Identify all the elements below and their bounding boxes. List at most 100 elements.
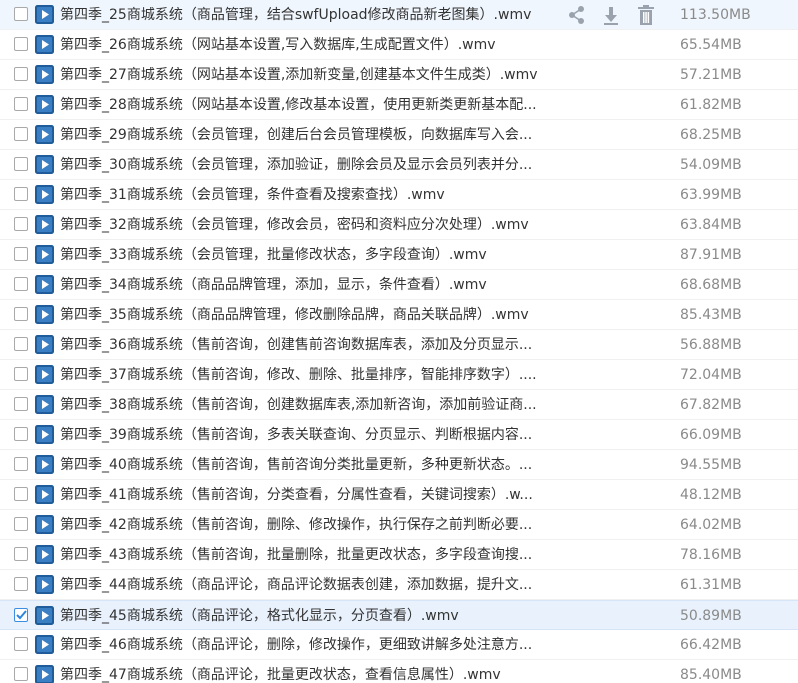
file-name-link[interactable]: 第四季_34商城系统（商品品牌管理，添加，显示，条件查看）.wmv [60, 270, 570, 300]
file-name-link[interactable]: 第四季_43商城系统（售前咨询，批量删除，批量更改状态，多字段查询搜... [60, 540, 570, 570]
video-file-icon [35, 575, 54, 594]
video-file-icon [35, 185, 54, 204]
file-name-link[interactable]: 第四季_33商城系统（会员管理，批量修改状态，多字段查询）.wmv [60, 240, 570, 270]
file-row[interactable]: 第四季_34商城系统（商品品牌管理，添加，显示，条件查看）.wmv 68.68MB [0, 270, 798, 300]
row-checkbox[interactable] [14, 487, 28, 501]
video-file-icon [35, 65, 54, 84]
file-name-link[interactable]: 第四季_29商城系统（会员管理，创建后台会员管理模板，向数据库写入会... [60, 120, 570, 150]
file-row[interactable]: 第四季_30商城系统（会员管理，添加验证，删除会员及显示会员列表并分... 54.… [0, 150, 798, 180]
file-name-link[interactable]: 第四季_45商城系统（商品评论，格式化显示，分页查看）.wmv [60, 601, 570, 631]
file-name-link[interactable]: 第四季_28商城系统（网站基本设置,修改基本设置，使用更新类更新基本配... [60, 90, 570, 120]
file-size: 87.91MB [680, 247, 742, 263]
file-row[interactable]: 第四季_47商城系统（商品评论，批量更改状态，查看信息属性）.wmv 85.40M… [0, 660, 798, 683]
row-checkbox[interactable] [14, 127, 28, 141]
file-size: 65.54MB [680, 37, 742, 53]
row-checkbox[interactable] [14, 307, 28, 321]
file-size: 67.82MB [680, 397, 742, 413]
file-row[interactable]: 第四季_33商城系统（会员管理，批量修改状态，多字段查询）.wmv 87.91MB [0, 240, 798, 270]
file-row[interactable]: 第四季_45商城系统（商品评论，格式化显示，分页查看）.wmv 50.89MB [0, 600, 798, 630]
file-size: 78.16MB [680, 547, 742, 563]
file-name-link[interactable]: 第四季_36商城系统（售前咨询，创建售前咨询数据库表，添加及分页显示... [60, 330, 570, 360]
row-actions [566, 4, 662, 26]
file-row[interactable]: 第四季_27商城系统（网站基本设置,添加新变量,创建基本文件生成类）.wmv 57… [0, 60, 798, 90]
video-file-icon [35, 155, 54, 174]
row-checkbox[interactable] [14, 337, 28, 351]
file-row[interactable]: 第四季_28商城系统（网站基本设置,修改基本设置，使用更新类更新基本配... 61… [0, 90, 798, 120]
row-checkbox[interactable] [14, 637, 28, 651]
row-checkbox[interactable] [14, 217, 28, 231]
file-name-link[interactable]: 第四季_30商城系统（会员管理，添加验证，删除会员及显示会员列表并分... [60, 150, 570, 180]
file-row[interactable]: 第四季_40商城系统（售前咨询，售前咨询分类批量更新，多种更新状态。... 94.… [0, 450, 798, 480]
file-size: 68.68MB [680, 277, 742, 293]
file-name-link[interactable]: 第四季_47商城系统（商品评论，批量更改状态，查看信息属性）.wmv [60, 660, 570, 683]
download-icon[interactable] [600, 4, 622, 26]
file-row[interactable]: 第四季_44商城系统（商品评论，商品评论数据表创建，添加数据，提升文... 61.… [0, 570, 798, 600]
file-row[interactable]: 第四季_29商城系统（会员管理，创建后台会员管理模板，向数据库写入会... 68.… [0, 120, 798, 150]
file-name-link[interactable]: 第四季_25商城系统（商品管理，结合swfUpload修改商品新老图集）.wmv [60, 0, 570, 30]
file-row[interactable]: 第四季_32商城系统（会员管理，修改会员，密码和资料应分次处理）.wmv 63.8… [0, 210, 798, 240]
video-file-icon [35, 245, 54, 264]
row-checkbox[interactable] [14, 427, 28, 441]
file-name-link[interactable]: 第四季_46商城系统（商品评论，删除，修改操作，更细致讲解多处注意方... [60, 630, 570, 660]
file-size: 48.12MB [680, 487, 742, 503]
video-file-icon [35, 275, 54, 294]
file-name-link[interactable]: 第四季_39商城系统（售前咨询，多表关联查询、分页显示、判断根据内容... [60, 420, 570, 450]
video-file-icon [35, 365, 54, 384]
row-checkbox[interactable] [14, 667, 28, 681]
file-name-link[interactable]: 第四季_42商城系统（售前咨询，删除、修改操作，执行保存之前判断必要... [60, 510, 570, 540]
trash-icon[interactable] [635, 4, 657, 26]
video-file-icon [35, 335, 54, 354]
row-checkbox[interactable] [14, 608, 28, 622]
file-row[interactable]: 第四季_26商城系统（网站基本设置,写入数据库,生成配置文件）.wmv 65.54… [0, 30, 798, 60]
file-name-link[interactable]: 第四季_31商城系统（会员管理，条件查看及搜索查找）.wmv [60, 180, 570, 210]
file-size: 63.84MB [680, 217, 742, 233]
row-checkbox[interactable] [14, 367, 28, 381]
row-checkbox[interactable] [14, 7, 28, 21]
file-row[interactable]: 第四季_39商城系统（售前咨询，多表关联查询、分页显示、判断根据内容... 66.… [0, 420, 798, 450]
file-name-link[interactable]: 第四季_37商城系统（售前咨询，修改、删除、批量排序，智能排序数字）.... [60, 360, 570, 390]
file-row[interactable]: 第四季_41商城系统（售前咨询，分类查看，分属性查看，关键词搜索）.w... 48… [0, 480, 798, 510]
file-name-link[interactable]: 第四季_26商城系统（网站基本设置,写入数据库,生成配置文件）.wmv [60, 30, 570, 60]
file-name-link[interactable]: 第四季_38商城系统（售前咨询，创建数据库表,添加新咨询，添加前验证商... [60, 390, 570, 420]
row-checkbox[interactable] [14, 277, 28, 291]
row-checkbox[interactable] [14, 577, 28, 591]
file-size: 113.50MB [680, 7, 751, 23]
row-checkbox[interactable] [14, 157, 28, 171]
file-size: 64.02MB [680, 517, 742, 533]
file-size: 61.31MB [680, 577, 742, 593]
file-row[interactable]: 第四季_38商城系统（售前咨询，创建数据库表,添加新咨询，添加前验证商... 67… [0, 390, 798, 420]
share-icon[interactable] [566, 4, 588, 26]
row-checkbox[interactable] [14, 67, 28, 81]
file-row[interactable]: 第四季_43商城系统（售前咨询，批量删除，批量更改状态，多字段查询搜... 78.… [0, 540, 798, 570]
video-file-icon [35, 665, 54, 683]
file-size: 54.09MB [680, 157, 742, 173]
row-checkbox[interactable] [14, 547, 28, 561]
row-checkbox[interactable] [14, 517, 28, 531]
row-checkbox[interactable] [14, 457, 28, 471]
file-name-link[interactable]: 第四季_35商城系统（商品品牌管理，修改删除品牌，商品关联品牌）.wmv [60, 300, 570, 330]
file-name-link[interactable]: 第四季_41商城系统（售前咨询，分类查看，分属性查看，关键词搜索）.w... [60, 480, 570, 510]
file-row[interactable]: 第四季_31商城系统（会员管理，条件查看及搜索查找）.wmv 63.99MB [0, 180, 798, 210]
video-file-icon [35, 545, 54, 564]
video-file-icon [35, 35, 54, 54]
row-checkbox[interactable] [14, 187, 28, 201]
row-checkbox[interactable] [14, 247, 28, 261]
row-checkbox[interactable] [14, 37, 28, 51]
file-row[interactable]: 第四季_37商城系统（售前咨询，修改、删除、批量排序，智能排序数字）.... 72… [0, 360, 798, 390]
file-row[interactable]: 第四季_25商城系统（商品管理，结合swfUpload修改商品新老图集）.wmv… [0, 0, 798, 30]
row-checkbox[interactable] [14, 97, 28, 111]
file-row[interactable]: 第四季_46商城系统（商品评论，删除，修改操作，更细致讲解多处注意方... 66.… [0, 630, 798, 660]
file-size: 68.25MB [680, 127, 742, 143]
file-name-link[interactable]: 第四季_44商城系统（商品评论，商品评论数据表创建，添加数据，提升文... [60, 570, 570, 600]
file-row[interactable]: 第四季_35商城系统（商品品牌管理，修改删除品牌，商品关联品牌）.wmv 85.4… [0, 300, 798, 330]
file-row[interactable]: 第四季_36商城系统（售前咨询，创建售前咨询数据库表，添加及分页显示... 56.… [0, 330, 798, 360]
file-name-link[interactable]: 第四季_32商城系统（会员管理，修改会员，密码和资料应分次处理）.wmv [60, 210, 570, 240]
file-row[interactable]: 第四季_42商城系统（售前咨询，删除、修改操作，执行保存之前判断必要... 64.… [0, 510, 798, 540]
file-name-link[interactable]: 第四季_27商城系统（网站基本设置,添加新变量,创建基本文件生成类）.wmv [60, 60, 570, 90]
video-file-icon [35, 606, 54, 625]
file-name-link[interactable]: 第四季_40商城系统（售前咨询，售前咨询分类批量更新，多种更新状态。... [60, 450, 570, 480]
video-file-icon [35, 455, 54, 474]
video-file-icon [35, 515, 54, 534]
video-file-icon [35, 635, 54, 654]
row-checkbox[interactable] [14, 397, 28, 411]
